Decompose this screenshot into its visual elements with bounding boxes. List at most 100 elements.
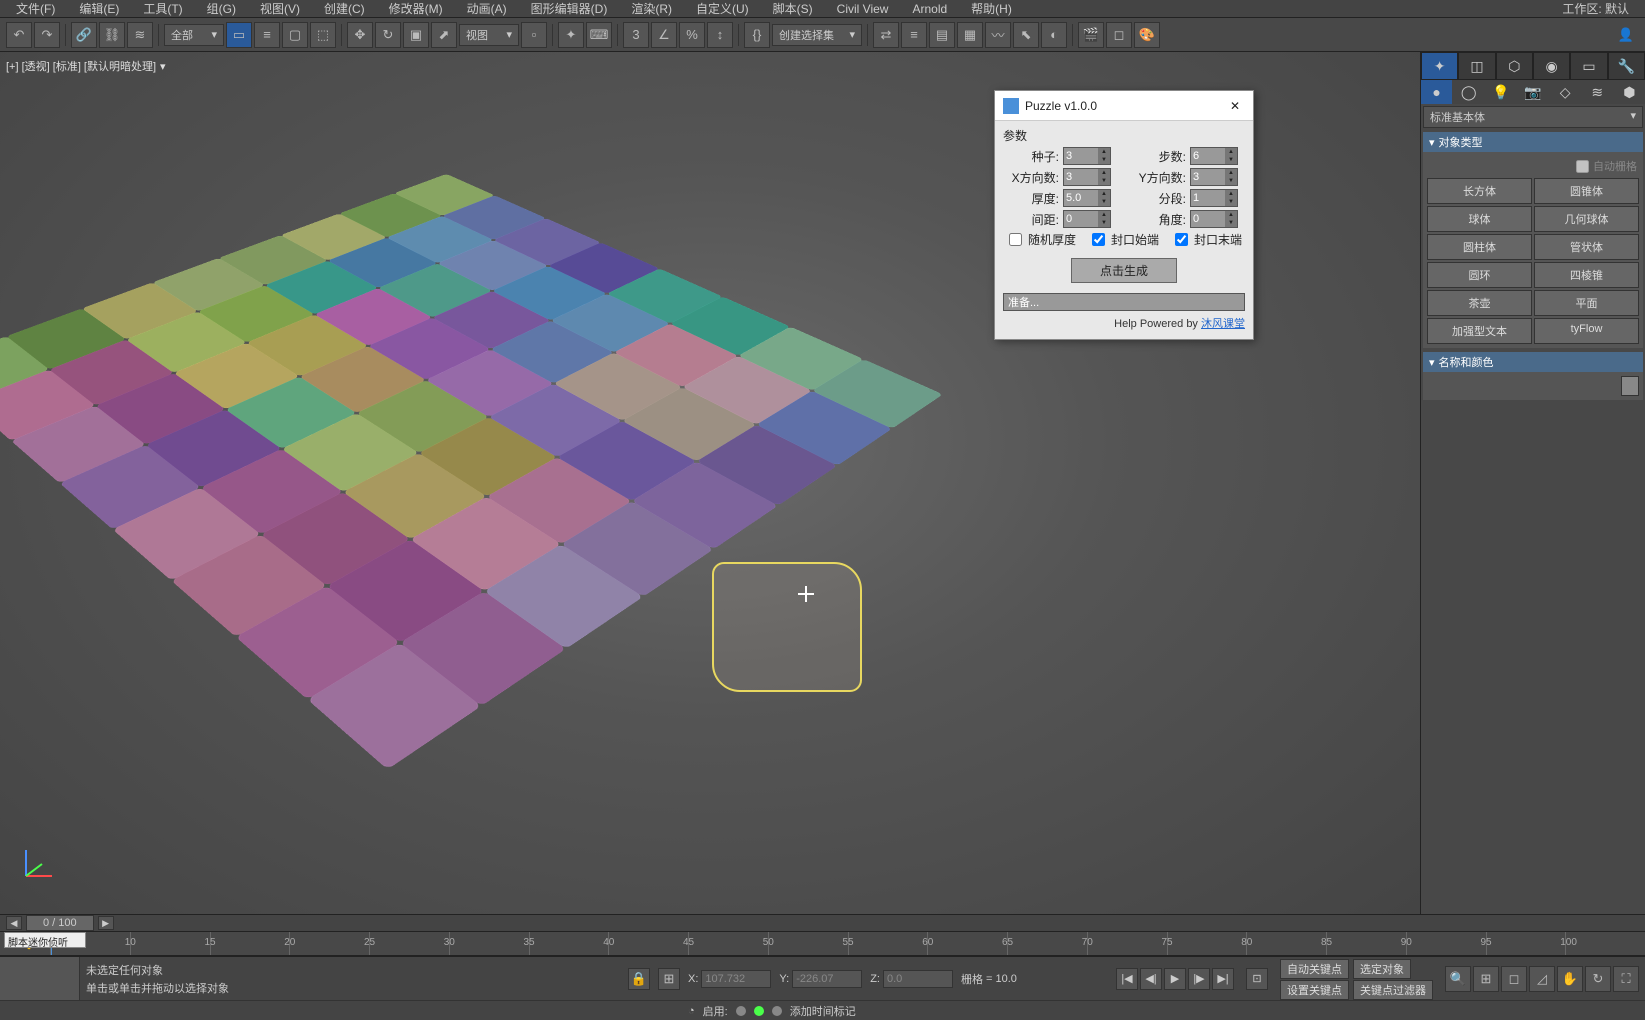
subcat-lights[interactable]: 💡 [1485, 80, 1516, 104]
selection-filter[interactable]: 全部 ▾ [164, 24, 224, 46]
viewport-nav-pan[interactable]: ✋ [1557, 966, 1583, 992]
use-pivot-center-button[interactable]: ▫ [521, 22, 547, 48]
prev-frame-button[interactable]: ◀| [1140, 968, 1162, 990]
curve-editor-button[interactable]: 〰 [985, 22, 1011, 48]
menu-file[interactable]: 文件(F) [4, 0, 67, 17]
add-time-marker-label[interactable]: 添加时间标记 [790, 1003, 856, 1019]
tab-motion[interactable]: ◉ [1533, 52, 1570, 80]
select-by-name-button[interactable]: ≡ [254, 22, 280, 48]
dialog-close-button[interactable]: ✕ [1225, 96, 1245, 116]
selected-object-dropdown[interactable]: 选定对象 [1353, 959, 1411, 979]
viewport-label[interactable]: [+] [透视] [标准] [默认明暗处理]▾ [6, 58, 166, 74]
subcat-cameras[interactable]: 📷 [1517, 80, 1548, 104]
viewport-nav-fov[interactable]: ◿ [1529, 966, 1555, 992]
goto-start-button[interactable]: |◀ [1116, 968, 1138, 990]
color-swatch[interactable] [1621, 376, 1639, 396]
play-button[interactable]: ▶ [1164, 968, 1186, 990]
menu-create[interactable]: 创建(C) [312, 0, 377, 17]
brand-link[interactable]: 沐风课堂 [1201, 318, 1245, 330]
viewport-nav-zoomall[interactable]: ⊞ [1473, 966, 1499, 992]
menu-views[interactable]: 视图(V) [248, 0, 312, 17]
ycount-spinner[interactable]: ▲▼ [1190, 168, 1238, 186]
menu-arnold[interactable]: Arnold [900, 2, 959, 16]
create-圆柱体[interactable]: 圆柱体 [1427, 234, 1532, 260]
menu-group[interactable]: 组(G) [195, 0, 248, 17]
thickness-spinner[interactable]: ▲▼ [1063, 189, 1111, 207]
autokey-button[interactable]: 自动关键点 [1280, 959, 1349, 979]
menu-modifiers[interactable]: 修改器(M) [377, 0, 455, 17]
tab-create[interactable]: ✦ [1421, 52, 1458, 80]
menu-scripting[interactable]: 脚本(S) [761, 0, 825, 17]
timeslider-prev[interactable]: ◀ [6, 916, 22, 930]
angle-spinner[interactable]: ▲▼ [1190, 210, 1238, 228]
gap-spinner[interactable]: ▲▼ [1063, 210, 1111, 228]
tab-hierarchy[interactable]: ⬡ [1496, 52, 1533, 80]
keyfilter-button[interactable]: 关键点过滤器 [1353, 980, 1433, 1000]
rollup-object-type[interactable]: ▾对象类型 [1423, 132, 1643, 152]
create-加强型文本[interactable]: 加强型文本 [1427, 318, 1532, 344]
next-frame-button[interactable]: |▶ [1188, 968, 1210, 990]
link-button[interactable]: 🔗 [71, 22, 97, 48]
generate-button[interactable]: 点击生成 [1071, 258, 1177, 283]
subcat-systems[interactable]: ⬢ [1614, 80, 1645, 104]
viewport-nav-zoom[interactable]: 🔍 [1445, 966, 1471, 992]
scale-button[interactable]: ▣ [403, 22, 429, 48]
create-球体[interactable]: 球体 [1427, 206, 1532, 232]
subcat-shapes[interactable]: ◯ [1453, 80, 1484, 104]
dialog-titlebar[interactable]: Puzzle v1.0.0 ✕ [995, 91, 1253, 121]
mirror-button[interactable]: ⇄ [873, 22, 899, 48]
enable-dot-2[interactable] [754, 1006, 764, 1016]
selection-lock-button[interactable]: 🔒 [628, 968, 650, 990]
percent-snap-button[interactable]: % [679, 22, 705, 48]
render-production-button[interactable]: 🎨 [1134, 22, 1160, 48]
maxscript-mini-listener[interactable]: 脚本迷你侦听 [4, 932, 86, 948]
select-region-rect-button[interactable]: ▢ [282, 22, 308, 48]
timeslider-next[interactable]: ▶ [98, 916, 114, 930]
setkey-button[interactable]: 设置关键点 [1280, 980, 1349, 1000]
create-管状体[interactable]: 管状体 [1534, 234, 1639, 260]
cap-start-checkbox[interactable] [1092, 233, 1105, 246]
menu-civilview[interactable]: Civil View [825, 2, 901, 16]
select-object-button[interactable]: ▭ [226, 22, 252, 48]
viewport-nav-zoomextents[interactable]: ◻ [1501, 966, 1527, 992]
edit-named-sel-button[interactable]: {} [744, 22, 770, 48]
menu-tools[interactable]: 工具(T) [131, 0, 194, 17]
align-button[interactable]: ≡ [901, 22, 927, 48]
reference-coord-system[interactable]: 视图 ▾ [459, 24, 519, 46]
redo-button[interactable]: ↷ [34, 22, 60, 48]
menu-edit[interactable]: 编辑(E) [67, 0, 131, 17]
create-几何球体[interactable]: 几何球体 [1534, 206, 1639, 232]
unlink-button[interactable]: ⛓ [99, 22, 125, 48]
rendered-frame-button[interactable]: ◻ [1106, 22, 1132, 48]
tab-modify[interactable]: ◫ [1458, 52, 1495, 80]
spinner-snap-button[interactable]: ↕ [707, 22, 733, 48]
rollup-name-color[interactable]: ▾名称和颜色 [1423, 352, 1643, 372]
viewport-nav-orbit[interactable]: ↻ [1585, 966, 1611, 992]
named-selection-sets[interactable]: 创建选择集 ▾ [772, 24, 862, 46]
menu-help[interactable]: 帮助(H) [959, 0, 1024, 17]
subcat-spacewarps[interactable]: ≋ [1582, 80, 1613, 104]
subcat-geometry[interactable]: ● [1421, 80, 1452, 104]
menu-animation[interactable]: 动画(A) [455, 0, 519, 17]
workspace-selector[interactable]: 工作区: 默认 [1550, 0, 1641, 17]
render-setup-button[interactable]: 🎬 [1078, 22, 1104, 48]
create-tyFlow[interactable]: tyFlow [1534, 318, 1639, 344]
select-manipulate-button[interactable]: ✦ [558, 22, 584, 48]
viewport-shading-icon[interactable]: ▾ [160, 60, 166, 73]
keyboard-shortcut-override-button[interactable]: ⌨ [586, 22, 612, 48]
schematic-view-button[interactable]: ⬉ [1013, 22, 1039, 48]
undo-button[interactable]: ↶ [6, 22, 32, 48]
y-coord-field[interactable] [792, 970, 862, 988]
create-四棱锥[interactable]: 四棱锥 [1534, 262, 1639, 288]
create-圆锥体[interactable]: 圆锥体 [1534, 178, 1639, 204]
tab-display[interactable]: ▭ [1570, 52, 1607, 80]
random-thickness-checkbox[interactable] [1009, 233, 1022, 246]
status-field[interactable] [1003, 293, 1245, 311]
tab-utilities[interactable]: 🔧 [1608, 52, 1645, 80]
time-slider[interactable]: 0 / 100 [26, 915, 94, 931]
create-长方体[interactable]: 长方体 [1427, 178, 1532, 204]
move-button[interactable]: ✥ [347, 22, 373, 48]
bind-spacewarp-button[interactable]: ≋ [127, 22, 153, 48]
create-圆环[interactable]: 圆环 [1427, 262, 1532, 288]
layer-explorer-button[interactable]: ▤ [929, 22, 955, 48]
